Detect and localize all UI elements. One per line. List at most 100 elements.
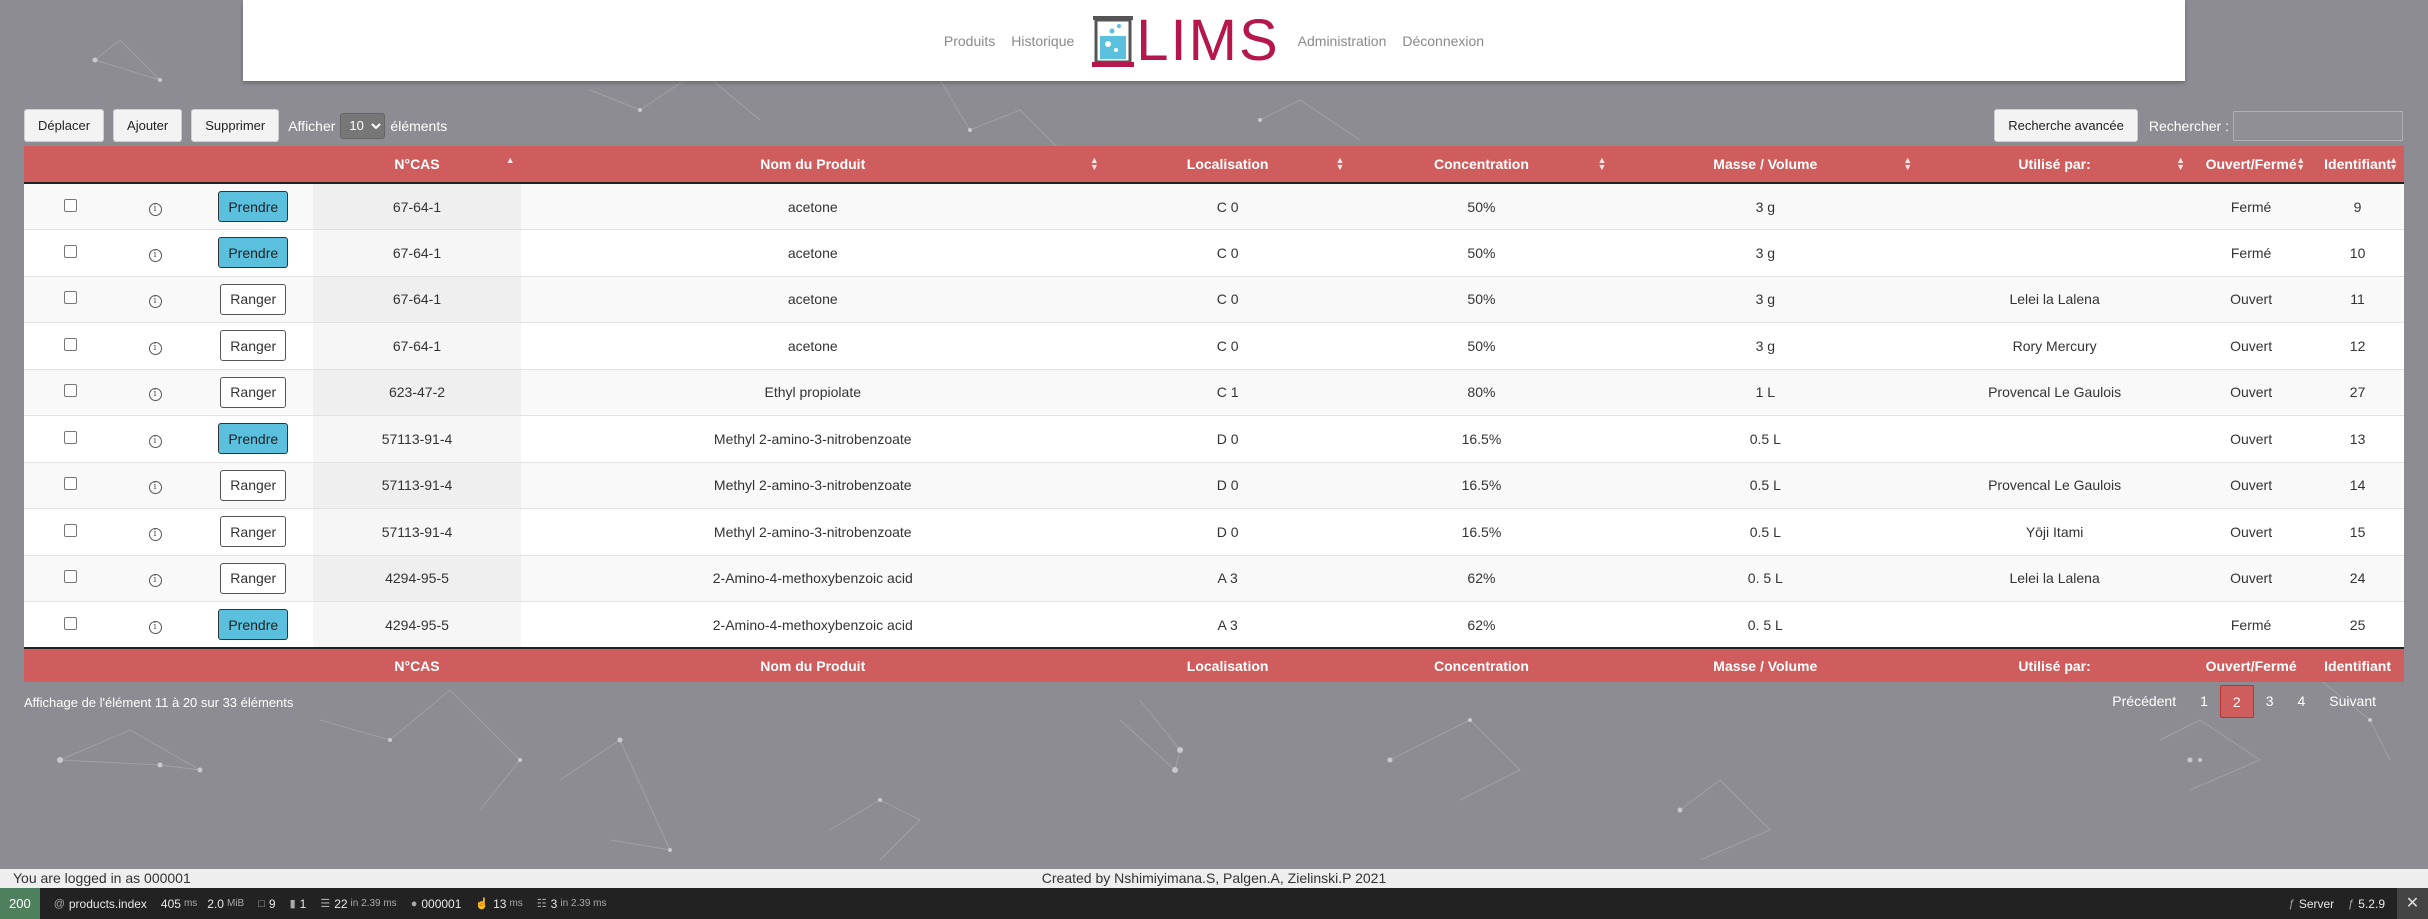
events-item[interactable]: ☝ 13 ms [475, 897, 522, 911]
col-header-name[interactable]: Nom du Produit ▲ ▼ [520, 146, 1105, 184]
cell-name: 2-Amino-4-methoxybenzoic acid [520, 554, 1105, 602]
cell-cas: 67-64-1 [313, 275, 521, 323]
ranger-button[interactable]: Ranger [220, 330, 287, 362]
db-item[interactable]: ☷ 3 in 2.39 ms [537, 897, 607, 911]
route-item[interactable]: @ products.index [54, 897, 147, 911]
row-checkbox[interactable] [63, 198, 77, 212]
col-header-cas[interactable]: N°CAS ▲ [313, 146, 521, 184]
cell-name: Methyl 2-amino-3-nitrobenzoate [520, 508, 1105, 555]
row-info-cell: i [116, 461, 194, 509]
cell-mass: 3 g [1612, 182, 1919, 230]
time-value: 405 [160, 896, 181, 911]
info-icon[interactable]: i [148, 202, 162, 216]
prendre-button[interactable]: Prendre [218, 191, 289, 222]
col-header-id[interactable]: Identifiant ▲ ▼ [2311, 146, 2404, 184]
info-icon[interactable]: i [148, 388, 162, 402]
memory-item[interactable]: 2.0 MiB [207, 897, 244, 911]
delete-button[interactable]: Supprimer [191, 109, 280, 142]
cell-name: acetone [520, 322, 1105, 369]
db-count: 3 [550, 896, 558, 911]
info-icon[interactable]: i [148, 620, 162, 634]
row-action-cell: Prendre [193, 601, 314, 648]
forms-item[interactable]: □ 9 [258, 897, 275, 911]
info-icon[interactable]: i [148, 434, 162, 448]
advanced-search-button[interactable]: Recherche avancée [1994, 109, 2138, 142]
cell-concentration: 50% [1350, 322, 1613, 369]
prendre-button[interactable]: Prendre [218, 423, 289, 455]
row-select-cell [24, 601, 117, 648]
nav-historique[interactable]: Historique [1011, 33, 1074, 49]
ranger-button[interactable]: Ranger [220, 376, 287, 408]
row-select-cell [24, 229, 117, 276]
page-3-button[interactable]: 3 [2254, 685, 2286, 718]
prendre-button[interactable]: Prendre [218, 237, 289, 269]
row-checkbox[interactable] [63, 244, 77, 258]
ranger-button[interactable]: Ranger [220, 562, 287, 594]
cell-user: Rory Mercury [1918, 322, 2192, 369]
cell-concentration: 16.5% [1350, 461, 1613, 509]
cell-state: Fermé [2191, 229, 2312, 276]
lims-logo[interactable]: LIMS [1092, 11, 1279, 70]
cell-location: C 0 [1104, 182, 1351, 230]
row-checkbox[interactable] [63, 384, 77, 398]
nav-administration[interactable]: Administration [1298, 33, 1387, 49]
row-checkbox[interactable] [63, 337, 77, 351]
info-icon[interactable]: i [148, 341, 162, 355]
add-button[interactable]: Ajouter [113, 109, 183, 142]
cell-concentration: 62% [1350, 554, 1613, 602]
time-item[interactable]: 405 ms [161, 897, 197, 911]
move-button[interactable]: Déplacer [24, 109, 105, 142]
ranger-button[interactable]: Ranger [220, 469, 287, 501]
symfony-version-item[interactable]: ƒ 5.2.9 [2348, 897, 2385, 911]
cell-cas: 623-47-2 [313, 368, 521, 416]
row-checkbox[interactable] [63, 616, 77, 630]
page-size-select[interactable]: 10 [340, 112, 386, 139]
info-icon[interactable]: i [148, 295, 162, 309]
col-header-mass[interactable]: Masse / Volume ▲ ▼ [1612, 146, 1919, 184]
row-checkbox[interactable] [63, 291, 77, 305]
col-header-state[interactable]: Ouvert/Fermé ▲ ▼ [2191, 146, 2312, 184]
col-action [193, 146, 314, 184]
status-code-badge[interactable]: 200 [0, 888, 40, 919]
templates-item[interactable]: ▮ 1 [290, 897, 307, 911]
server-item[interactable]: ƒ Server [2289, 897, 2334, 911]
cell-cas: 57113-91-4 [313, 415, 521, 462]
info-icon[interactable]: i [148, 248, 162, 262]
events-unit: ms [509, 898, 523, 909]
row-checkbox[interactable] [63, 430, 77, 444]
row-checkbox[interactable] [63, 477, 77, 491]
row-select-cell [24, 554, 117, 602]
previous-page-button[interactable]: Précédent [2100, 685, 2188, 718]
ranger-button[interactable]: Ranger [220, 516, 287, 548]
cache-item[interactable]: ☰ 22 in 2.39 ms [320, 897, 396, 911]
cell-mass: 3 g [1612, 275, 1919, 323]
page-1-button[interactable]: 1 [2188, 685, 2220, 718]
col-header-concentration[interactable]: Concentration ▲ ▼ [1350, 146, 1613, 184]
table-row: i Prendre 4294-95-5 2-Amino-4-methoxyben… [24, 601, 2404, 648]
row-checkbox[interactable] [63, 523, 77, 537]
prendre-button[interactable]: Prendre [218, 609, 289, 640]
forms-count: 9 [268, 896, 276, 911]
page-4-button[interactable]: 4 [2286, 685, 2318, 718]
cell-mass: 3 g [1612, 322, 1919, 369]
nav-deconnexion[interactable]: Déconnexion [1402, 33, 1484, 49]
info-icon[interactable]: i [148, 527, 162, 541]
col-header-user[interactable]: Utilisé par: ▲ ▼ [1918, 146, 2192, 184]
close-icon[interactable]: ✕ [2397, 888, 2428, 919]
next-page-button[interactable]: Suivant [2317, 685, 2388, 718]
col-header-location[interactable]: Localisation ▲ ▼ [1104, 146, 1351, 184]
info-icon[interactable]: i [148, 481, 162, 495]
row-checkbox[interactable] [63, 570, 77, 584]
cell-concentration: 50% [1350, 229, 1613, 276]
nav-produits[interactable]: Produits [944, 33, 995, 49]
templates-count: 1 [299, 896, 307, 911]
row-select-cell [24, 368, 117, 416]
page-2-button[interactable]: 2 [2219, 685, 2254, 718]
user-item[interactable]: ● 000001 [411, 897, 462, 911]
ranger-button[interactable]: Ranger [220, 283, 287, 315]
cell-id: 25 [2311, 601, 2404, 648]
symfony-version: 5.2.9 [2358, 896, 2385, 911]
search-input[interactable] [2233, 110, 2403, 141]
show-suffix-label: éléments [390, 117, 448, 134]
info-icon[interactable]: i [148, 574, 162, 588]
